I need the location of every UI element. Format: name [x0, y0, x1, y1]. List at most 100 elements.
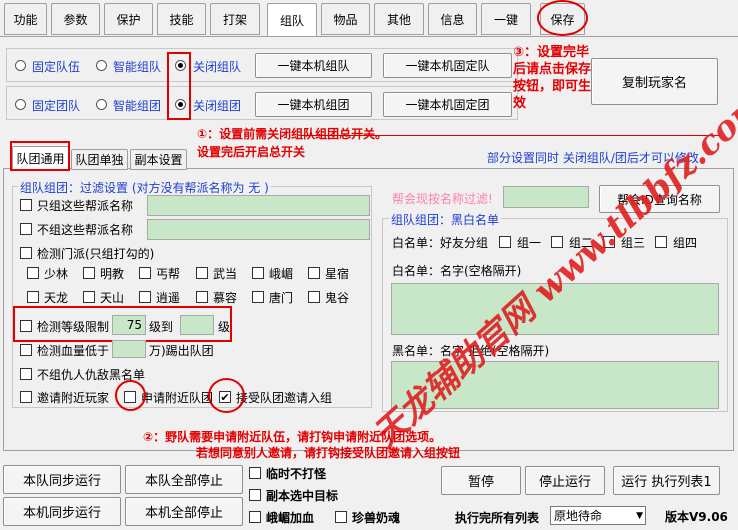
chk-check-sect[interactable] [20, 247, 32, 259]
label-only-guild: 只组这些帮派名称 [37, 199, 134, 213]
tab-team[interactable]: 组队 [267, 3, 317, 37]
chk-sect-gaibang[interactable] [139, 267, 151, 279]
level-limit-highlight [13, 306, 232, 342]
label-sect-tianshan: 天山 [100, 291, 125, 305]
label-fixed-team: 固定队伍 [32, 60, 81, 74]
radio-fixed-group[interactable] [15, 99, 26, 110]
chk-emei-heal[interactable] [249, 511, 261, 523]
label-sect-mingjiao: 明教 [100, 267, 125, 281]
red-divider [300, 135, 720, 136]
not-guild-input[interactable] [147, 219, 370, 240]
label-sect-xiaoyao: 逍遥 [156, 291, 181, 305]
one-key-fixed-group-button[interactable]: 一键本机固定团 [383, 92, 512, 117]
label-check-sect: 检测门派(只组打勾的) [37, 247, 155, 261]
team-sync-run-button[interactable]: 本队同步运行 [3, 465, 121, 494]
label-hp-low: 检测血量低于 [37, 344, 110, 358]
chk-dungeon-target[interactable] [249, 489, 261, 501]
close-switch-note-line1: ①：设置前需关闭组队组团总开关。 [197, 127, 388, 141]
chk-sect-emei[interactable] [252, 267, 264, 279]
tab-protect[interactable]: 保护 [104, 3, 153, 35]
label-sect-tangmen: 唐门 [269, 291, 294, 305]
tab-function[interactable]: 功能 [4, 3, 47, 35]
label-white-friend-group: 白名单：好友分组 [392, 236, 489, 250]
tab-params[interactable]: 参数 [51, 3, 100, 35]
chk-sect-shaolin[interactable] [27, 267, 39, 279]
label-not-guild: 不组这些帮派名称 [37, 223, 134, 237]
tab-onekey[interactable]: 一键 [481, 3, 531, 35]
stop-run-button[interactable]: 停止运行 [525, 466, 605, 495]
chk-not-guild[interactable] [20, 223, 32, 235]
tab-items[interactable]: 物品 [321, 3, 370, 35]
label-close-team: 关闭组队 [193, 60, 242, 74]
guild-filter-input[interactable] [503, 186, 589, 208]
label-sect-murong: 慕容 [213, 291, 238, 305]
label-after-list: 执行完所有列表 [455, 511, 540, 525]
radio-fixed-team[interactable] [15, 60, 26, 71]
only-guild-input[interactable] [147, 195, 370, 216]
filter-settings-title: 组队组团：过滤设置 (对方没有帮派名称为 无 ) [18, 179, 271, 196]
one-key-fixed-team-button[interactable]: 一键本机固定队 [383, 53, 512, 78]
hp-value-input[interactable] [112, 340, 146, 358]
chk-invite-nearby[interactable] [20, 391, 32, 403]
label-emei-heal: 峨嵋加血 [266, 511, 315, 525]
radio-smart-group[interactable] [96, 99, 107, 110]
label-friend-group-1: 组一 [517, 236, 542, 250]
label-fixed-group: 固定团队 [32, 99, 81, 113]
chk-friend-group-1[interactable] [499, 236, 511, 248]
chk-sect-guigu[interactable] [308, 291, 320, 303]
label-smart-group: 智能组团 [113, 99, 162, 113]
tab-skill[interactable]: 技能 [157, 3, 206, 35]
close-switch-highlight [167, 52, 191, 120]
one-key-team-button[interactable]: 一键本机组队 [255, 53, 372, 78]
label-temp-nofight: 临时不打怪 [266, 467, 327, 481]
label-sect-gaibang: 丐帮 [156, 267, 181, 281]
radio-smart-team[interactable] [96, 60, 107, 71]
chk-sect-tangmen[interactable] [252, 291, 264, 303]
tab-info[interactable]: 信息 [428, 3, 477, 35]
run-list-button[interactable]: 运行 执行列表1 [613, 466, 720, 495]
tab-fight[interactable]: 打架 [210, 3, 260, 35]
chk-pet-milk[interactable] [335, 511, 347, 523]
tab-panel-border [0, 36, 738, 37]
label-accept-invite: 接受队团邀请入组 [236, 391, 333, 405]
label-invite-nearby: 邀请附近玩家 [37, 391, 110, 405]
close-switch-note-line2: 设置完后开启总开关 [197, 145, 306, 159]
version-label: 版本V9.06 [665, 510, 728, 524]
subtab-team-single[interactable]: 队团单独 [71, 149, 128, 170]
save-instruction-note: ③：设置完毕后请点击保存按钮，即可生效 [513, 45, 592, 111]
save-highlight-circle [537, 0, 588, 36]
chk-no-enemy[interactable] [20, 368, 32, 380]
after-list-select[interactable]: 原地待命 ▼ [550, 506, 646, 525]
apply-nearby-highlight [115, 380, 146, 411]
label-sect-guigu: 鬼谷 [325, 291, 350, 305]
subtab-highlight [10, 141, 70, 171]
label-close-group: 关闭组团 [193, 99, 242, 113]
one-key-group-button[interactable]: 一键本机组团 [255, 92, 372, 117]
chk-only-guild[interactable] [20, 199, 32, 211]
local-sync-run-button[interactable]: 本机同步运行 [3, 497, 121, 526]
label-sect-tianlong: 天龙 [44, 291, 69, 305]
chk-sect-mingjiao[interactable] [83, 267, 95, 279]
label-sect-xingxiu: 星宿 [325, 267, 350, 281]
chk-hp-low[interactable] [20, 344, 32, 356]
chk-sect-xingxiu[interactable] [308, 267, 320, 279]
chk-sect-tianlong[interactable] [27, 291, 39, 303]
label-smart-team: 智能组队 [113, 60, 162, 74]
copy-player-name-button[interactable]: 复制玩家名 [591, 58, 718, 105]
local-stop-all-button[interactable]: 本机全部停止 [125, 497, 243, 526]
label-sect-emei: 峨嵋 [269, 267, 294, 281]
label-guild-filter: 帮会现按名称过滤! [392, 192, 493, 206]
chevron-down-icon: ▼ [636, 511, 643, 521]
label-white-names: 白名单：名字(空格隔开) [392, 264, 522, 278]
pause-button[interactable]: 暂停 [441, 466, 521, 495]
subtab-dungeon-settings[interactable]: 副本设置 [130, 149, 187, 170]
team-stop-all-button[interactable]: 本队全部停止 [125, 465, 243, 494]
chk-sect-murong[interactable] [196, 291, 208, 303]
accept-invite-highlight [208, 378, 245, 413]
chk-temp-nofight[interactable] [249, 467, 261, 479]
chk-sect-tianshan[interactable] [83, 291, 95, 303]
chk-sect-xiaoyao[interactable] [139, 291, 151, 303]
chk-sect-wudang[interactable] [196, 267, 208, 279]
tab-other[interactable]: 其他 [374, 3, 424, 35]
chk-friend-group-4[interactable] [655, 236, 667, 248]
